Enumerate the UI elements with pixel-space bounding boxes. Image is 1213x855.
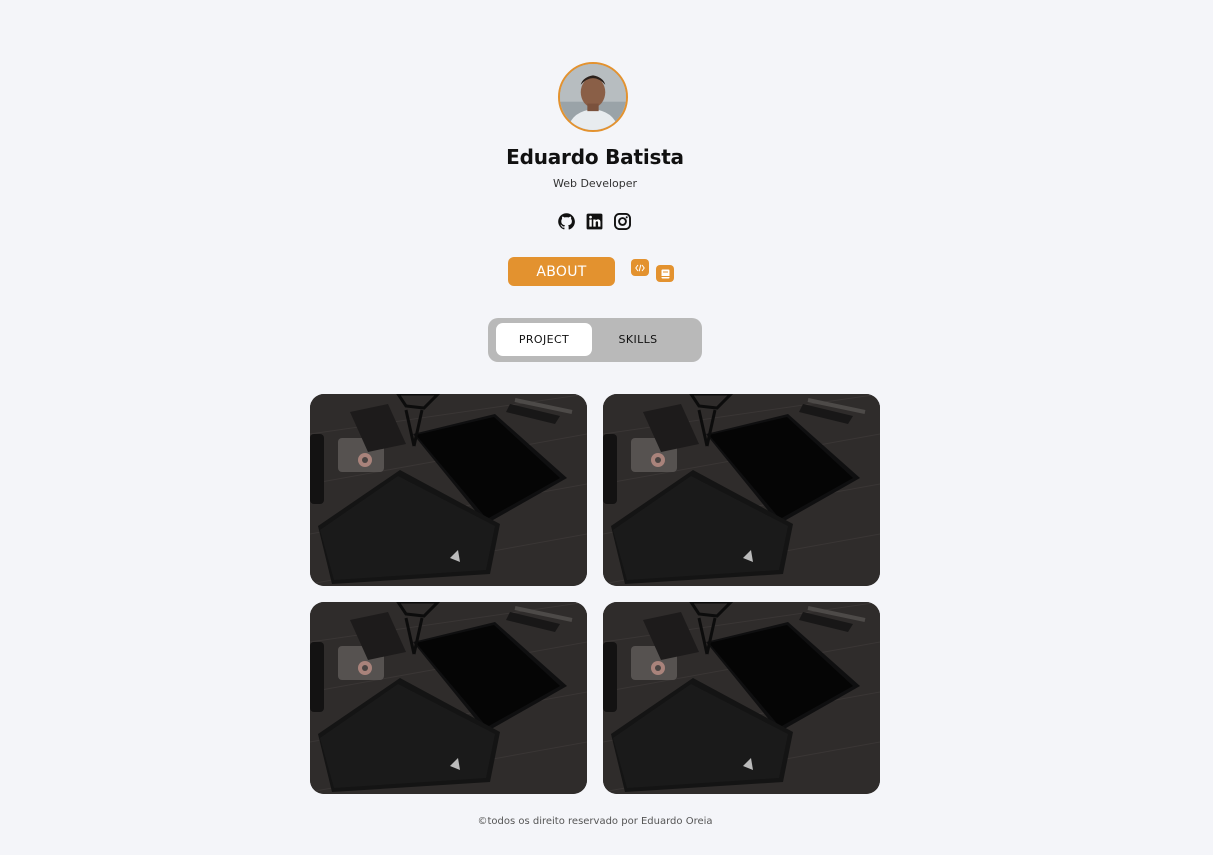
github-icon[interactable]: [557, 212, 576, 231]
desk-workspace-photo: [310, 602, 587, 794]
profile-name: Eduardo Batista: [506, 145, 684, 169]
about-button[interactable]: ABOUT: [508, 257, 615, 286]
book-icon: [661, 269, 669, 278]
linkedin-icon[interactable]: [585, 212, 604, 231]
book-button[interactable]: [656, 265, 674, 282]
profile-role: Web Developer: [552, 177, 638, 190]
desk-workspace-photo: [310, 394, 587, 586]
avatar: [558, 62, 628, 132]
desk-workspace-photo: [603, 394, 880, 586]
tab-project[interactable]: PROJECT: [496, 323, 592, 356]
project-card[interactable]: [603, 602, 880, 794]
code-icon: [635, 264, 645, 271]
tab-switcher: PROJECT SKILLS: [488, 318, 702, 362]
project-card[interactable]: [603, 394, 880, 586]
code-button[interactable]: [631, 259, 649, 276]
avatar-photo: [560, 64, 626, 130]
desk-workspace-photo: [603, 602, 880, 794]
tab-skills[interactable]: SKILLS: [590, 323, 686, 356]
project-card[interactable]: [310, 394, 587, 586]
footer-copyright: ©todos os direito reservado por Eduardo …: [477, 816, 713, 827]
social-links: [557, 212, 632, 234]
project-card[interactable]: [310, 602, 587, 794]
instagram-icon[interactable]: [613, 212, 632, 231]
